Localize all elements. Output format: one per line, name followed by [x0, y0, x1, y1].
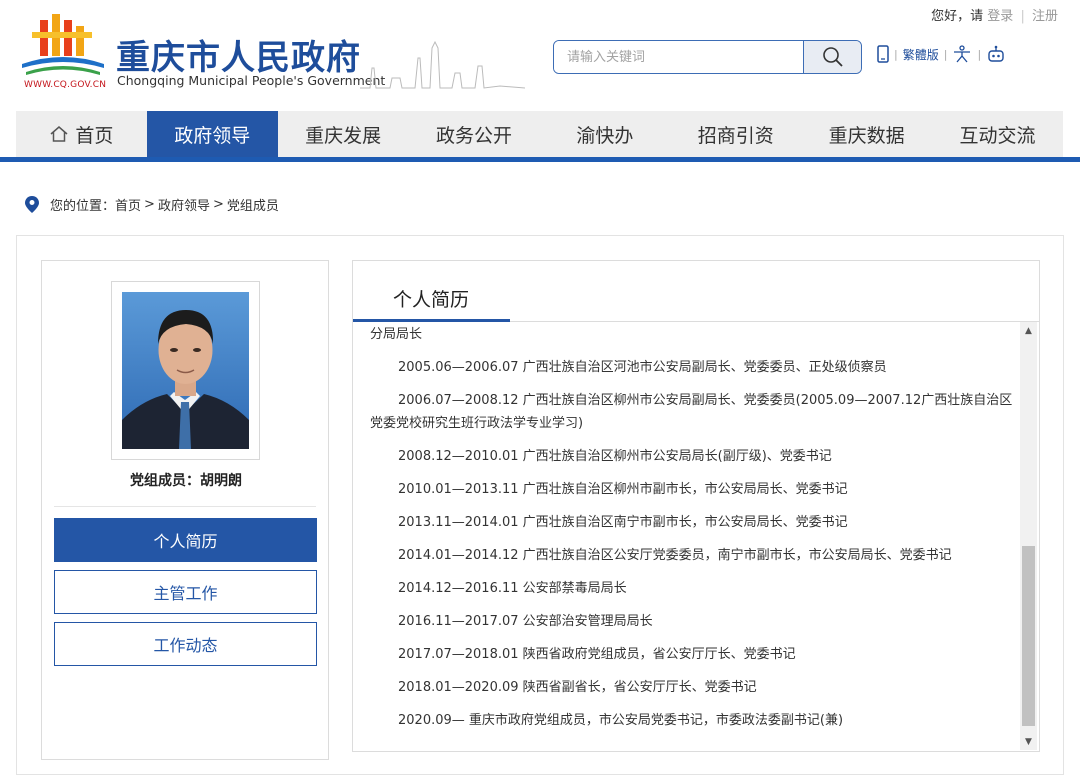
site-header: WWW.CQ.GOV.CN 重庆市人民政府 Chongqing Municipa…: [0, 0, 1080, 110]
bio-line: 2020.09— 重庆市政府党组成员，市公安局党委书记，市委政法委副书记(兼): [398, 713, 844, 728]
breadcrumb-home[interactable]: 首页: [115, 195, 141, 214]
nav-item-development[interactable]: 重庆发展: [278, 111, 409, 157]
breadcrumb-separator: >: [212, 197, 224, 212]
bio-line: 2016.11—2017.07 公安部治安管理局局长: [398, 614, 653, 629]
bio-scrollbar[interactable]: ▲ ▼: [1020, 322, 1037, 750]
search-input[interactable]: [554, 41, 803, 73]
bio-line: 2013.11—2014.01 广西壮族自治区南宁市副市长，市公安局局长、党委书…: [398, 515, 848, 530]
nav-item-label: 重庆数据: [828, 124, 905, 147]
nav-item-home[interactable]: 首页: [16, 111, 147, 157]
nav-item-label: 招商引资: [697, 124, 774, 147]
nav-item-label: 政府领导: [174, 124, 251, 147]
bio-line: 2018.01—2020.09 陕西省副省长，省公安厅厅长、党委书记: [398, 680, 757, 695]
nav-item-yukuaiban[interactable]: 渝快办: [540, 111, 671, 157]
search-box: [553, 40, 862, 74]
member-name: 党组成员：胡明朗: [130, 473, 242, 489]
bio-line: 2005.06—2006.07 广西壮族自治区河池市公安局副局长、党委委员、正处…: [398, 360, 887, 375]
government-emblem-icon[interactable]: [18, 14, 108, 76]
nav-item-data[interactable]: 重庆数据: [801, 111, 932, 157]
home-icon: [50, 126, 68, 142]
nav-underline: [0, 157, 1080, 162]
search-button[interactable]: [803, 41, 861, 73]
bio-title: 个人简历: [393, 289, 470, 311]
profile-photo: [122, 292, 249, 449]
site-title-en: Chongqing Municipal People's Government: [117, 73, 386, 88]
work-news-button[interactable]: 工作动态: [54, 622, 317, 666]
breadcrumb-separator: >: [144, 197, 155, 212]
nav-item-label: 重庆发展: [305, 124, 382, 147]
location-pin-icon: [25, 196, 39, 213]
nav-item-interaction[interactable]: 互动交流: [932, 111, 1063, 157]
traditional-chinese-link[interactable]: 繁體版: [903, 46, 939, 63]
nav-item-leaders[interactable]: 政府领导: [146, 111, 278, 157]
tool-separator: |: [943, 47, 948, 61]
breadcrumb: 您的位置： 首页 > 政府领导 > 党组成员: [25, 195, 279, 214]
mobile-icon[interactable]: [877, 45, 889, 63]
resume-button[interactable]: 个人简历: [54, 518, 317, 562]
bio-panel: 个人简历 分局局长 2005.06—2006.07 广西壮族自治区河池市公安局副…: [352, 260, 1040, 752]
profile-divider: [54, 506, 316, 507]
site-url: WWW.CQ.GOV.CN: [24, 80, 107, 90]
bio-line: 2010.01—2013.11 广西壮族自治区柳州市副市长，市公安局局长、党委书…: [398, 482, 848, 497]
bio-line: 2006.07—2008.12 广西壮族自治区柳州市公安局副局长、党委委员(20…: [370, 393, 1013, 431]
breadcrumb-party-members[interactable]: 党组成员: [227, 195, 279, 214]
nav-item-label: 渝快办: [576, 124, 634, 147]
robot-assistant-icon[interactable]: [986, 45, 1006, 63]
profile-photo-frame: [111, 281, 260, 460]
site-title-cn[interactable]: 重庆市人民政府: [116, 30, 361, 79]
bio-line: 分局局长: [370, 327, 423, 342]
breadcrumb-leaders[interactable]: 政府领导: [158, 195, 210, 214]
nav-item-label: 政务公开: [436, 124, 513, 147]
accessibility-icon[interactable]: [952, 45, 972, 63]
skyline-decoration-icon: [360, 40, 525, 89]
scroll-thumb[interactable]: [1022, 546, 1035, 726]
bio-line: 2014.12—2016.11 公安部禁毒局局长: [398, 581, 627, 596]
search-icon: [822, 47, 843, 67]
nav-item-affairs[interactable]: 政务公开: [409, 111, 540, 157]
main-nav: 首页 政府领导 重庆发展 政务公开 渝快办 招商引资 重庆数据 互动交流: [16, 111, 1063, 157]
scroll-down-arrow-icon[interactable]: ▼: [1020, 733, 1037, 750]
header-tools: | 繁體版 | |: [877, 45, 1006, 63]
nav-item-investment[interactable]: 招商引资: [670, 111, 801, 157]
bio-line: 2017.07—2018.01 陕西省政府党组成员，省公安厅厅长、党委书记: [398, 647, 796, 662]
scroll-up-arrow-icon[interactable]: ▲: [1020, 322, 1037, 339]
tool-separator: |: [977, 47, 982, 61]
bio-line: 2008.12—2010.01 广西壮族自治区柳州市公安局局长(副厅级)、党委书…: [398, 449, 832, 464]
bio-content: 分局局长 2005.06—2006.07 广西壮族自治区河池市公安局副局长、党委…: [370, 323, 1020, 751]
bio-title-underline: [353, 319, 510, 322]
responsibilities-button[interactable]: 主管工作: [54, 570, 317, 614]
breadcrumb-prefix: 您的位置：: [50, 199, 116, 214]
nav-item-label: 互动交流: [959, 124, 1036, 147]
bio-line: 2014.01—2014.12 广西壮族自治区公安厅党委委员，南宁市副市长，市公…: [398, 548, 952, 563]
profile-panel: 党组成员：胡明朗 个人简历 主管工作 工作动态: [41, 260, 329, 760]
tool-separator: |: [894, 47, 898, 61]
nav-item-label: 首页: [75, 124, 114, 147]
